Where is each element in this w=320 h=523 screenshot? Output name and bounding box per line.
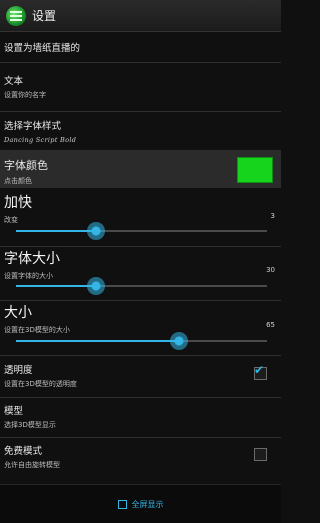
- pref-font-color[interactable]: 字体颜色 点击颜色: [0, 150, 281, 188]
- pref-transparency-summary: 设置在3D模型的透明度: [4, 380, 77, 388]
- pref-size-summary: 设置在3D模型的大小: [4, 326, 70, 334]
- action-bar: 设置: [0, 0, 281, 32]
- pref-font-size-title: 字体大小: [4, 251, 60, 267]
- pref-text-title: 文本: [4, 76, 24, 87]
- pref-speed-title: 加快: [4, 195, 32, 211]
- pref-model-title: 模型: [4, 406, 24, 417]
- pref-font-style-preview: Dancing Script Bold: [4, 136, 77, 144]
- pref-text-summary: 设置你的名字: [4, 91, 46, 99]
- size-slider[interactable]: [16, 332, 267, 350]
- pref-free-mode-title: 免费模式: [4, 446, 43, 457]
- pref-model-summary: 选择3D模型显示: [4, 421, 56, 429]
- pref-text[interactable]: 文本 设置你的名字: [0, 73, 281, 113]
- pref-speed-summary: 改变: [4, 216, 18, 224]
- pref-font-size-summary: 设置字体的大小: [4, 272, 53, 280]
- checkmark-icon: ✔: [254, 363, 265, 377]
- pref-size: 大小 设置在3D模型的大小: [0, 302, 281, 352]
- pref-transparency-title: 透明度: [4, 365, 33, 376]
- fullscreen-button[interactable]: 全屏显示: [117, 499, 164, 510]
- divider: [0, 397, 281, 398]
- fullscreen-label: 全屏显示: [131, 499, 164, 509]
- pref-font-style[interactable]: 选择字体样式 Dancing Script Bold: [0, 118, 281, 148]
- divider: [0, 355, 281, 356]
- slider-fill: [16, 285, 97, 287]
- pref-font-style-title: 选择字体样式: [4, 121, 62, 132]
- divider: [0, 300, 281, 301]
- divider: [0, 62, 281, 63]
- color-swatch[interactable]: [237, 157, 273, 183]
- divider: [0, 437, 281, 438]
- pref-font-size: 字体大小 设置字体的大小: [0, 248, 281, 298]
- pref-size-title: 大小: [4, 305, 32, 321]
- divider: [0, 111, 281, 112]
- free-mode-checkbox[interactable]: ✔: [254, 448, 267, 461]
- pref-speed: 加快 改变: [0, 192, 281, 242]
- pref-free-mode[interactable]: 免费模式 允许自由旋转模型: [0, 443, 281, 477]
- slider-fill: [16, 340, 180, 342]
- pref-size-value: 65: [266, 321, 275, 329]
- section-header: 设置为墙纸直播的: [0, 40, 281, 54]
- fullscreen-icon: [117, 499, 127, 509]
- pref-transparency[interactable]: 透明度 设置在3D模型的透明度: [0, 362, 281, 398]
- speed-slider[interactable]: [16, 222, 267, 240]
- section-label: 设置为墙纸直播的: [4, 43, 81, 54]
- pref-font-size-value: 30: [266, 266, 275, 274]
- transparency-checkbox[interactable]: ✔: [254, 363, 267, 380]
- app-logo-icon[interactable]: [6, 5, 26, 26]
- divider: [0, 246, 281, 247]
- font-size-slider[interactable]: [16, 277, 267, 295]
- pref-speed-value: 3: [270, 212, 275, 220]
- bottom-bar: 全屏显示: [0, 484, 281, 523]
- pref-model[interactable]: 模型 选择3D模型显示: [0, 403, 281, 437]
- page-title: 设置: [32, 9, 57, 23]
- slider-fill: [16, 230, 97, 232]
- pref-free-mode-summary: 允许自由旋转模型: [4, 461, 60, 469]
